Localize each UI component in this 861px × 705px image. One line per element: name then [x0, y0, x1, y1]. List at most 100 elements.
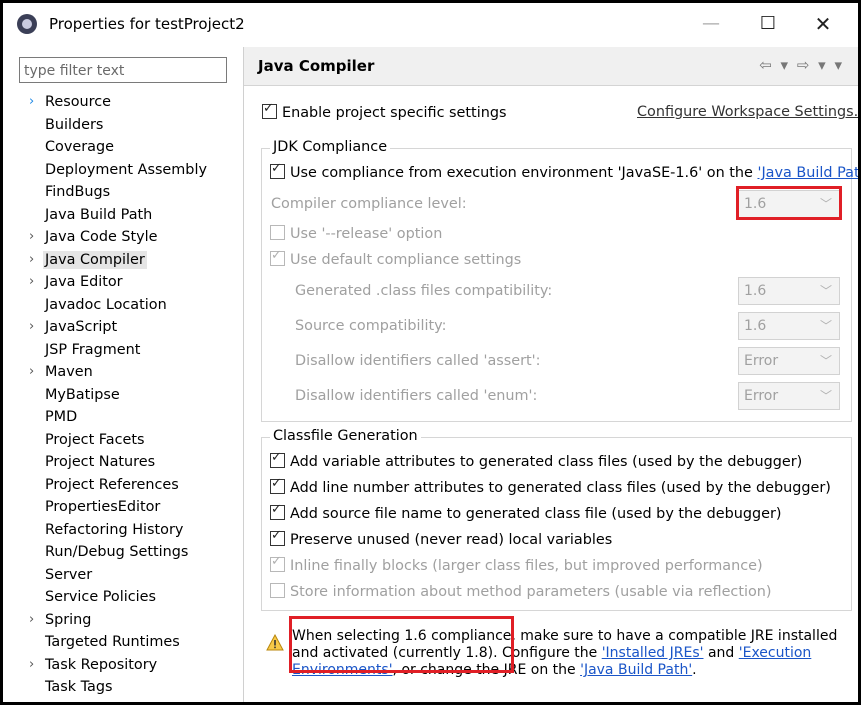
warning-build-path-link[interactable]: 'Java Build Path': [580, 662, 692, 678]
tree-item[interactable]: › Spring: [19, 609, 239, 632]
tree-item[interactable]: Deployment Assembly: [19, 159, 239, 182]
tree-item-label: PMD: [45, 409, 78, 425]
tree-item[interactable]: › Resource: [19, 91, 239, 114]
tree-item[interactable]: Server: [19, 564, 239, 587]
tree-item[interactable]: › Maven: [19, 361, 239, 384]
chevron-right-icon[interactable]: ›: [29, 654, 34, 676]
tree-item[interactable]: › Task Repository: [19, 654, 239, 677]
tree-item[interactable]: Javadoc Location: [19, 294, 239, 317]
category-panel: type filter text › Resource Builders Covera…: [3, 47, 243, 702]
installed-jres-link[interactable]: 'Installed JREs': [602, 645, 704, 661]
eclipse-app-icon: [17, 14, 37, 34]
tree-item[interactable]: › Java Compiler: [19, 249, 239, 272]
filter-input[interactable]: type filter text: [19, 57, 227, 83]
tree-item[interactable]: FindBugs: [19, 181, 239, 204]
release-option-label: Use '--release' option: [290, 226, 443, 242]
tree-item[interactable]: Targeted Runtimes: [19, 631, 239, 654]
classfile-generation-title: Classfile Generation: [270, 428, 421, 444]
store-method-params-checkbox[interactable]: Store information about method parameter…: [270, 583, 772, 600]
tree-item[interactable]: Project References: [19, 474, 239, 497]
tree-item[interactable]: Coverage: [19, 136, 239, 159]
line-number-checkbox[interactable]: Add line number attributes to generated …: [270, 476, 831, 496]
chevron-right-icon[interactable]: ›: [29, 271, 34, 293]
warning-text-d: .: [692, 662, 697, 678]
source-compat-select[interactable]: 1.6 ﹀: [738, 312, 840, 340]
tree-item[interactable]: › JavaScript: [19, 316, 239, 339]
tree-item[interactable]: Java Build Path: [19, 204, 239, 227]
configure-workspace-link[interactable]: Configure Workspace Settings...: [637, 104, 858, 120]
tree-item[interactable]: JSP Fragment: [19, 339, 239, 362]
checkbox-icon: [270, 161, 285, 179]
inline-finally-label: Inline finally blocks (larger class file…: [290, 558, 763, 574]
java-build-path-link[interactable]: 'Java Build Path': [757, 165, 858, 181]
tree-item-label: Project References: [45, 476, 179, 493]
chevron-down-icon: ﹀: [819, 284, 832, 298]
tree-item-label: Task Repository: [45, 656, 158, 673]
page-navigation-icons[interactable]: ⇦ ▾ ⇨ ▾ ▾: [759, 56, 844, 74]
warning-icon: [266, 634, 284, 651]
chevron-right-icon[interactable]: ›: [29, 609, 34, 631]
tree-item-label: Task Tags: [45, 679, 113, 695]
page-title: Java Compiler: [258, 57, 375, 75]
tree-item-label: Builders: [45, 116, 104, 133]
assert-value: Error: [744, 353, 779, 369]
tree-item[interactable]: Refactoring History: [19, 519, 239, 542]
tree-item-label: Project Natures: [45, 454, 156, 470]
tree-item[interactable]: PMD: [19, 406, 239, 429]
highlight-box-warning: [289, 616, 514, 673]
chevron-right-icon[interactable]: ›: [29, 316, 34, 338]
chevron-right-icon[interactable]: ›: [29, 249, 34, 271]
checkbox-icon: [270, 450, 285, 468]
assert-select[interactable]: Error ﹀: [738, 347, 840, 375]
tree-item[interactable]: › Java Code Style: [19, 226, 239, 249]
chevron-right-icon[interactable]: ›: [29, 361, 34, 383]
tree-item[interactable]: Run/Debug Settings: [19, 541, 239, 564]
tree-item-label: FindBugs: [45, 184, 111, 200]
chevron-right-icon[interactable]: ›: [29, 91, 34, 113]
tree-item[interactable]: Task Tags: [19, 676, 239, 699]
maximize-button[interactable]: ☐: [748, 9, 788, 39]
source-file-name-checkbox[interactable]: Add source file name to generated class …: [270, 502, 782, 522]
minimize-button[interactable]: —: [691, 9, 731, 39]
chevron-down-icon: ﹀: [819, 319, 832, 333]
properties-dialog: Properties for testProject2 — ☐ ✕ type f…: [0, 0, 861, 705]
enable-specific-label: Enable project specific settings: [282, 105, 507, 121]
tree-item[interactable]: Project Natures: [19, 451, 239, 474]
preserve-unused-checkbox[interactable]: Preserve unused (never read) local varia…: [270, 528, 612, 548]
tree-item[interactable]: PropertiesEditor: [19, 496, 239, 519]
source-compat-label: Source compatibility:: [295, 318, 447, 334]
chevron-right-icon[interactable]: ›: [29, 226, 34, 248]
generated-class-select[interactable]: 1.6 ﹀: [738, 277, 840, 305]
use-ee-compliance-checkbox[interactable]: Use compliance from execution environmen…: [270, 161, 858, 181]
tree-item[interactable]: Builders: [19, 114, 239, 137]
checkbox-icon: [270, 528, 285, 546]
release-option-checkbox[interactable]: Use '--release' option: [270, 225, 442, 242]
tree-item[interactable]: Service Policies: [19, 586, 239, 609]
tree-item-label: JavaScript: [45, 319, 118, 335]
tree-item[interactable]: Project Facets: [19, 429, 239, 452]
enum-label: Disallow identifiers called 'enum':: [295, 388, 538, 404]
tree-item-label: Java Code Style: [45, 229, 158, 245]
checkbox-icon: [270, 583, 285, 598]
line-number-label: Add line number attributes to generated …: [290, 480, 831, 496]
tree-item-label: Javadoc Location: [45, 296, 167, 313]
chevron-down-icon: ﹀: [819, 389, 832, 403]
enum-select[interactable]: Error ﹀: [738, 382, 840, 410]
tree-item-label: Run/Debug Settings: [45, 544, 189, 560]
category-tree: › Resource Builders Coverage Deployment Asse…: [19, 91, 239, 699]
page-header: Java Compiler ⇦ ▾ ⇨ ▾ ▾: [244, 47, 858, 86]
tree-item[interactable]: MyBatipse: [19, 384, 239, 407]
settings-page: Java Compiler ⇦ ▾ ⇨ ▾ ▾ Enable project s…: [244, 47, 858, 702]
highlight-box-compliance: [736, 186, 842, 220]
close-button[interactable]: ✕: [803, 9, 843, 39]
default-compliance-checkbox[interactable]: Use default compliance settings: [270, 248, 521, 268]
source-compat-value: 1.6: [744, 318, 767, 334]
enable-specific-checkbox[interactable]: Enable project specific settings: [262, 101, 507, 121]
jdk-compliance-title: JDK Compliance: [270, 139, 391, 155]
tree-item-label: Java Editor: [45, 274, 123, 290]
inline-finally-checkbox[interactable]: Inline finally blocks (larger class file…: [270, 554, 763, 574]
tree-item-label: Service Policies: [45, 589, 156, 605]
variable-attributes-checkbox[interactable]: Add variable attributes to generated cla…: [270, 450, 802, 470]
chevron-down-icon: ﹀: [819, 354, 832, 368]
tree-item[interactable]: › Java Editor: [19, 271, 239, 294]
